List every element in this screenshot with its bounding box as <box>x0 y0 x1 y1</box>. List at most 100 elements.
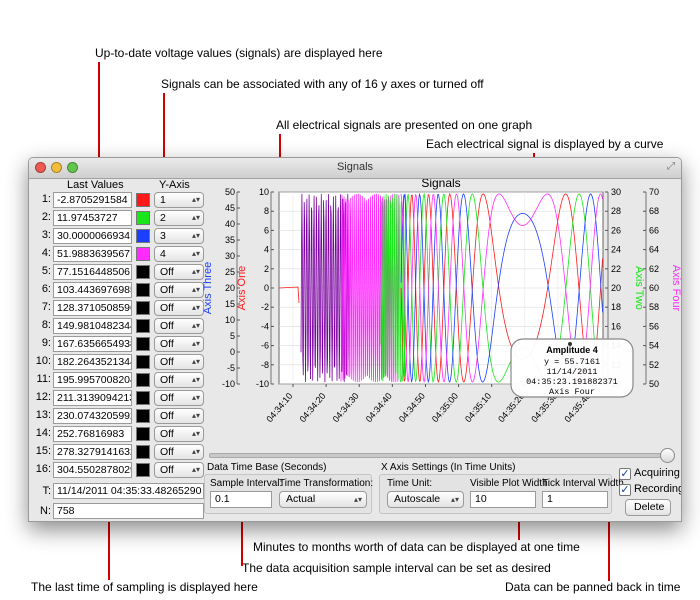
row-number: 14: <box>35 427 51 439</box>
color-swatch[interactable] <box>136 337 150 351</box>
y-axis-title: Axis Four <box>670 265 681 312</box>
chevron-updown-icon: ▴▾ <box>191 411 200 420</box>
color-swatch[interactable] <box>136 391 150 405</box>
fullscreen-icon[interactable]: ⤢ <box>667 161 675 172</box>
chevron-updown-icon: ▴▾ <box>191 429 200 438</box>
last-value-field: 128.3710508596 <box>53 300 132 316</box>
y-axis-select[interactable]: Off ▴▾ <box>154 318 204 334</box>
y-tick-label: 64 <box>649 245 659 255</box>
row-number: 15: <box>35 445 51 457</box>
y-axis-select[interactable]: Off ▴▾ <box>154 282 204 298</box>
chevron-updown-icon: ▴▾ <box>191 393 200 402</box>
last-value-field: 278.3279141632 <box>53 444 132 460</box>
y-tick-label: 45 <box>225 203 235 213</box>
y-axis-select[interactable]: Off ▴▾ <box>154 300 204 316</box>
delete-button[interactable]: Delete <box>625 499 671 516</box>
y-axis-value: 1 <box>160 194 166 206</box>
tick-interval-input[interactable]: 1 <box>542 491 608 508</box>
y-tick-label: 60 <box>649 283 659 293</box>
chevron-updown-icon: ▴▾ <box>191 267 200 276</box>
y-tick-label: 0 <box>230 347 235 357</box>
chevron-updown-icon: ▴▾ <box>191 213 200 222</box>
header-y-axis: Y-Axis <box>159 179 190 191</box>
acquiring-checkbox[interactable]: ✓ <box>619 468 631 480</box>
y-axis-select[interactable]: Off ▴▾ <box>154 264 204 280</box>
y-axis-select[interactable]: Off ▴▾ <box>154 408 204 424</box>
visible-width-input[interactable]: 10 <box>470 491 536 508</box>
y-axis-select[interactable]: 3 ▴▾ <box>154 228 204 244</box>
y-axis-value: Off <box>160 428 174 440</box>
annotation-panned: Data can be panned back in time <box>505 580 681 594</box>
signals-chart[interactable]: Signals04:34:10 04:34:20 04:34:30 04:34:40 0… <box>201 179 681 449</box>
time-transformation-label: Time Transformation: <box>279 478 374 489</box>
recording-checkbox[interactable]: ✓ <box>619 484 631 496</box>
y-tick-label: 50 <box>649 379 659 389</box>
y-tick-label: 16 <box>611 321 621 331</box>
y-tick-label: -4 <box>261 321 269 331</box>
time-pan-knob[interactable] <box>660 448 675 463</box>
y-axis-select[interactable]: 4 ▴▾ <box>154 246 204 262</box>
y-axis-select[interactable]: Off ▴▾ <box>154 462 204 478</box>
color-swatch[interactable] <box>136 247 150 261</box>
y-axis-select[interactable]: Off ▴▾ <box>154 336 204 352</box>
y-tick-label: 70 <box>649 187 659 197</box>
time-pan-track[interactable] <box>209 453 671 458</box>
color-swatch[interactable] <box>136 211 150 225</box>
y-axis-value: Off <box>160 266 174 278</box>
tooltip-title: Amplitude 4 <box>546 345 598 355</box>
chevron-updown-icon: ▴▾ <box>191 339 200 348</box>
y-tick-label: -2 <box>261 302 269 312</box>
y-axis-select[interactable]: Off ▴▾ <box>154 354 204 370</box>
last-value-field: 51.9883639567 <box>53 246 132 262</box>
y-tick-label: 6 <box>264 225 269 235</box>
y-tick-label: 0 <box>264 283 269 293</box>
last-value-field: 230.0743205992 <box>53 408 132 424</box>
color-swatch[interactable] <box>136 427 150 441</box>
row-number: 8: <box>41 319 51 331</box>
x-tick-label: 04:35:10 <box>463 391 493 424</box>
y-axis-select[interactable]: 1 ▴▾ <box>154 192 204 208</box>
sample-interval-input[interactable]: 0.1 <box>210 491 272 508</box>
color-swatch[interactable] <box>136 463 150 477</box>
row-number: 2: <box>41 211 51 223</box>
time-transformation-select[interactable]: Actual ▴▾ <box>279 491 367 508</box>
y-tick-label: 22 <box>611 264 621 274</box>
time-unit-select[interactable]: Autoscale ▴▾ <box>387 491 464 508</box>
y-tick-label: 66 <box>649 225 659 235</box>
color-swatch[interactable] <box>136 283 150 297</box>
y-axis-title: Axis One <box>236 266 248 311</box>
n-label: N: <box>40 505 51 517</box>
color-swatch[interactable] <box>136 229 150 243</box>
color-swatch[interactable] <box>136 409 150 423</box>
y-axis-select[interactable]: Off ▴▾ <box>154 372 204 388</box>
annotation-time-span: Minutes to months worth of data can be d… <box>253 540 580 554</box>
y-axis-select[interactable]: 2 ▴▾ <box>154 210 204 226</box>
row-number: 10: <box>35 355 51 367</box>
tooltip-time: 04:35:23.191882371 <box>526 377 618 387</box>
color-swatch[interactable] <box>136 319 150 333</box>
y-tick-label: 56 <box>649 321 659 331</box>
y-tick-label: 26 <box>611 225 621 235</box>
y-axis-value: Off <box>160 302 174 314</box>
y-axis-select[interactable]: Off ▴▾ <box>154 390 204 406</box>
color-swatch[interactable] <box>136 355 150 369</box>
color-swatch[interactable] <box>136 373 150 387</box>
time-base-legend: Data Time Base (Seconds) <box>207 462 327 473</box>
last-value-field: -2.8705291584 <box>53 192 132 208</box>
y-axis-select[interactable]: Off ▴▾ <box>154 444 204 460</box>
y-axis-value: 2 <box>160 212 166 224</box>
color-swatch[interactable] <box>136 301 150 315</box>
color-swatch[interactable] <box>136 193 150 207</box>
time-transformation-value: Actual <box>286 493 316 505</box>
time-label: T: <box>42 485 51 497</box>
y-tick-label: 40 <box>225 219 235 229</box>
y-tick-label: -6 <box>261 341 269 351</box>
annotation-interval: The data acquisition sample interval can… <box>242 561 551 575</box>
color-swatch[interactable] <box>136 445 150 459</box>
last-value-field: 30.0000066934 <box>53 228 132 244</box>
x-tick-label: 04:34:20 <box>297 391 327 424</box>
chevron-updown-icon: ▴▾ <box>191 321 200 330</box>
color-swatch[interactable] <box>136 265 150 279</box>
chevron-updown-icon: ▴▾ <box>191 195 200 204</box>
y-axis-select[interactable]: Off ▴▾ <box>154 426 204 442</box>
